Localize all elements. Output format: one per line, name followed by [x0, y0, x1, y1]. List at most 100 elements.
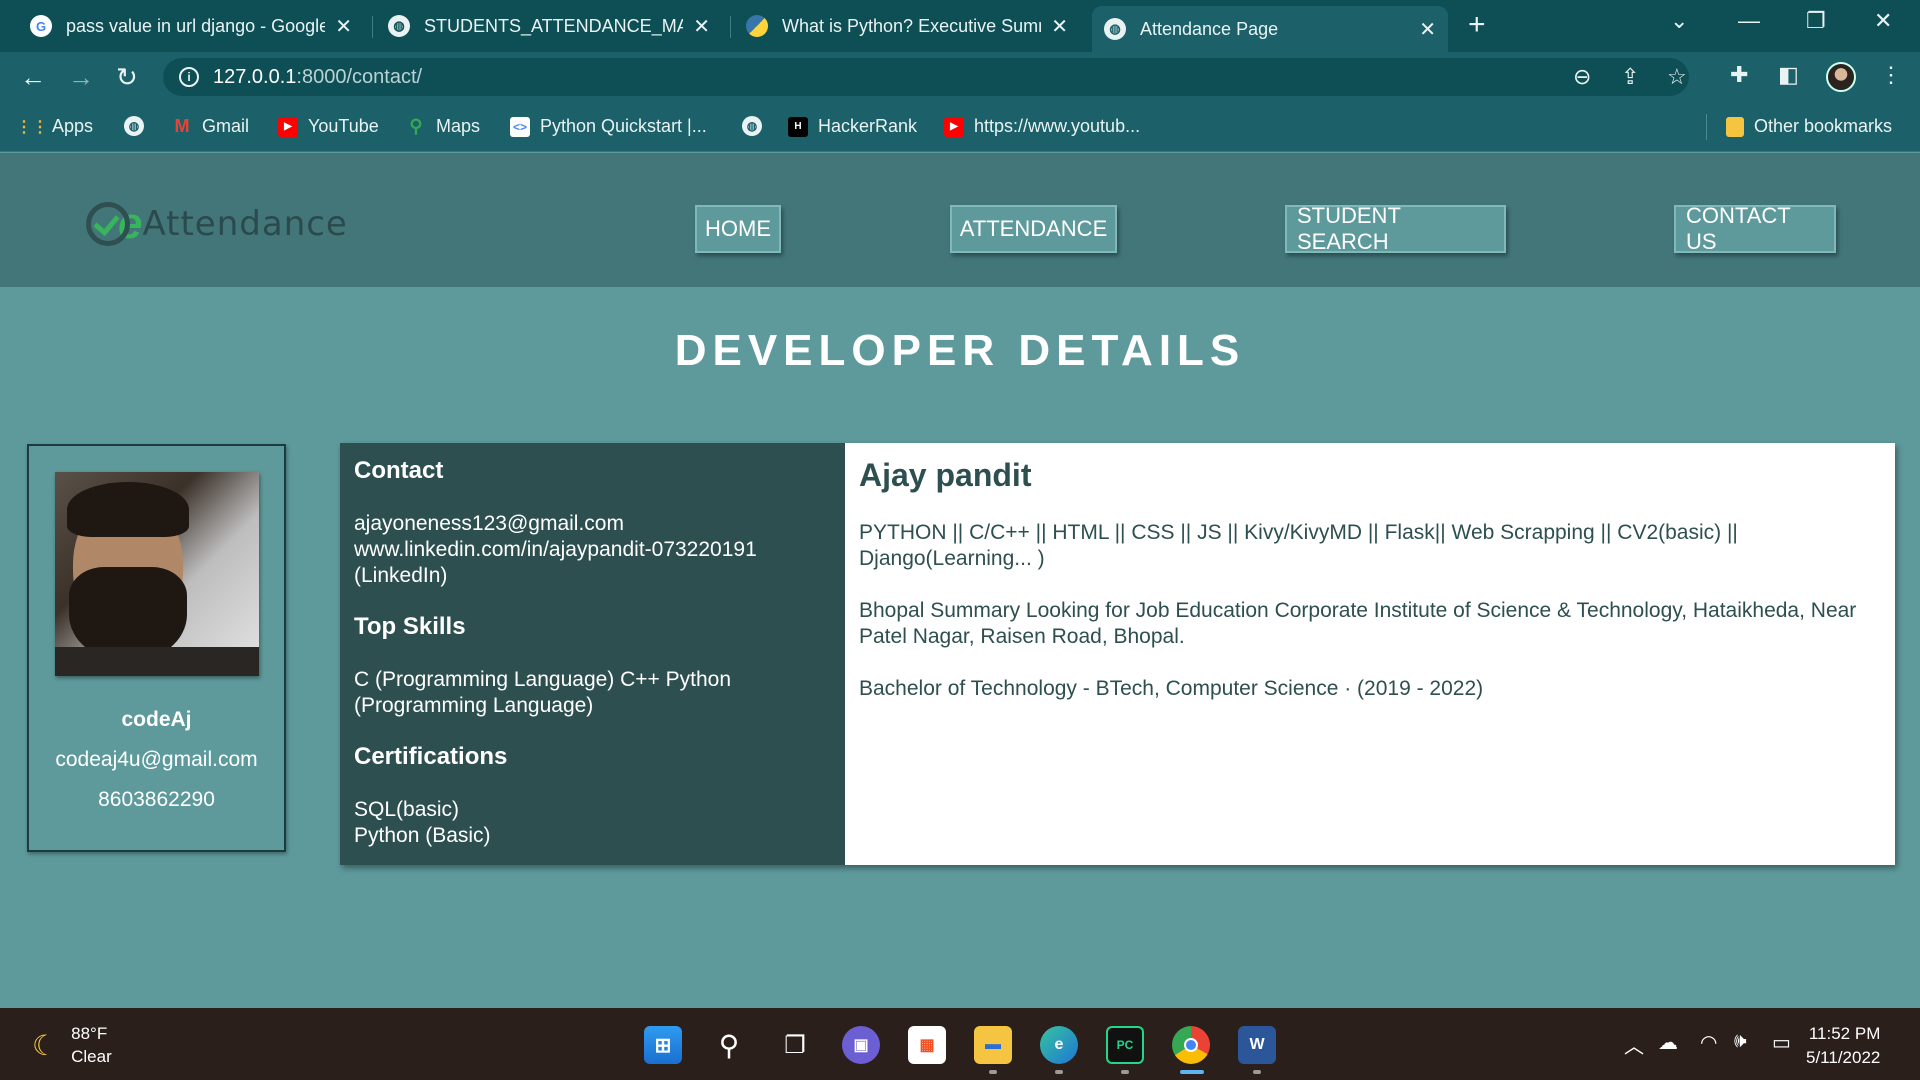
weather-widget[interactable]: ☾ 88°F Clear	[32, 1022, 112, 1068]
bookmark-maps[interactable]: ⚲ Maps	[406, 116, 480, 137]
pycharm-icon[interactable]: PC	[1106, 1026, 1144, 1064]
address-bar[interactable]: i 127.0.0.1:8000/contact/ ⊖ ⇪ ☆	[163, 58, 1689, 96]
profile-avatar[interactable]	[1826, 62, 1856, 92]
other-bookmarks[interactable]: Other bookmarks	[1726, 116, 1892, 137]
globe-icon: ◍	[124, 116, 144, 136]
more-menu-icon[interactable]: ⋮	[1880, 62, 1902, 88]
bookmarks-bar: ⋮⋮ Apps ◍ M Gmail ▶ YouTube ⚲ Maps <> Python …	[0, 102, 1920, 152]
close-tab-icon[interactable]: ✕	[1419, 17, 1436, 42]
site-header: e Attendance HOME ATTENDANCE STUDENT SEA…	[0, 153, 1920, 287]
linkedin-url: www.linkedin.com/in/ajaypandit-073220191	[354, 538, 757, 561]
code-icon: <>	[510, 116, 530, 137]
maps-icon: ⚲	[409, 116, 423, 136]
forward-arrow-icon[interactable]: →	[68, 62, 94, 92]
share-icon[interactable]: ⇪	[1621, 64, 1639, 90]
volume-icon[interactable]: 🕪	[1734, 1030, 1747, 1053]
system-clock[interactable]: 11:52 PM 5/11/2022	[1806, 1022, 1880, 1070]
extensions-puzzle-icon[interactable]: ✚	[1730, 62, 1748, 88]
bookmark-youtube[interactable]: ▶ YouTube	[278, 116, 379, 137]
bookmark-python-quickstart[interactable]: <> Python Quickstart |...	[510, 116, 707, 137]
summary-text: Bhopal Summary Looking for Job Education…	[859, 599, 1857, 648]
back-arrow-icon[interactable]: ←	[20, 62, 46, 92]
url-text[interactable]: 127.0.0.1:8000/contact/	[213, 66, 422, 89]
youtube-icon: ▶	[944, 116, 964, 137]
bookmark-star-icon[interactable]: ☆	[1667, 64, 1687, 90]
tab-what-is-python[interactable]: What is Python? Executive Summ ✕	[734, 6, 1080, 46]
store-icon[interactable]: ▦	[908, 1026, 946, 1064]
tab-title: Attendance Page	[1140, 18, 1279, 39]
new-tab-button[interactable]: +	[1468, 8, 1486, 42]
tab-google-search[interactable]: G pass value in url django - Google ✕	[18, 6, 364, 46]
wifi-icon[interactable]: ◠	[1700, 1030, 1717, 1055]
certification-item: Python (Basic)	[354, 824, 491, 847]
check-circle-icon	[86, 202, 130, 246]
page-title: DEVELOPER DETAILS	[674, 326, 1246, 375]
bookmark-apps[interactable]: ⋮⋮ Apps	[16, 116, 93, 137]
python-icon	[746, 15, 768, 37]
contact-heading: Contact	[354, 457, 444, 484]
chat-icon[interactable]: ▣	[842, 1026, 880, 1064]
restore-icon[interactable]: ❐	[1806, 8, 1826, 34]
youtube-icon: ▶	[278, 116, 298, 137]
developer-details-panel: Contact ajayoneness123@gmail.com www.lin…	[340, 443, 1895, 865]
bookmark-gmail[interactable]: M Gmail	[172, 116, 250, 137]
moon-icon: ☾	[32, 1029, 58, 1061]
close-window-icon[interactable]: ✕	[1874, 8, 1892, 34]
file-explorer-icon[interactable]: ▬	[974, 1026, 1012, 1064]
developer-handle: codeAj	[121, 708, 192, 731]
browser-toolbar: ← → ↻ i 127.0.0.1:8000/contact/ ⊖ ⇪ ☆ ✚ …	[0, 52, 1920, 102]
reload-icon[interactable]: ↻	[116, 62, 138, 92]
skills-heading: Top Skills	[354, 613, 466, 640]
tech-stack: PYTHON || C/C++ || HTML || CSS || JS || …	[859, 521, 1738, 570]
task-view-icon[interactable]: ❐	[776, 1026, 814, 1064]
side-panel-icon[interactable]: ◧	[1778, 62, 1799, 88]
edge-icon[interactable]: e	[1040, 1026, 1078, 1064]
close-tab-icon[interactable]: ✕	[693, 14, 710, 39]
battery-icon[interactable]: ▭	[1772, 1030, 1791, 1055]
search-icon[interactable]: ⚲	[710, 1026, 748, 1064]
developer-phone: 8603862290	[98, 788, 215, 811]
nav-contact-us[interactable]: CONTACT US	[1674, 203, 1836, 254]
certification-item: SQL(basic)	[354, 798, 460, 821]
tab-title: pass value in url django - Google	[66, 15, 326, 36]
bookmark-hackerrank[interactable]: H HackerRank	[788, 116, 917, 137]
bookmark-globe[interactable]: ◍	[124, 116, 154, 136]
gmail-icon: M	[174, 116, 190, 136]
start-icon[interactable]: ⊞	[644, 1026, 682, 1064]
tab-attendance-page[interactable]: ◍ Attendance Page ✕	[1092, 6, 1448, 52]
nav-attendance[interactable]: ATTENDANCE	[950, 205, 1117, 253]
weather-condition: Clear	[71, 1047, 112, 1066]
close-tab-icon[interactable]: ✕	[335, 14, 352, 39]
tab-students-attendance[interactable]: ◍ STUDENTS_ATTENDANCE_MANA ✕	[376, 6, 722, 46]
folder-icon	[1726, 116, 1744, 137]
tab-title: STUDENTS_ATTENDANCE_MANA	[424, 15, 684, 36]
minimize-icon[interactable]: —	[1738, 8, 1760, 34]
bookmark-youtube-link[interactable]: ▶ https://www.youtub...	[944, 116, 1140, 137]
globe-icon: ◍	[1104, 18, 1126, 40]
site-info-icon[interactable]: i	[179, 67, 199, 87]
bookmark-globe[interactable]: ◍	[742, 116, 772, 136]
windows-taskbar: ☾ 88°F Clear ⊞ ⚲ ❐ ▣ ▦ ▬ e PC W ︿ ☁ ◠ 🕪 …	[0, 1008, 1920, 1080]
nav-student-search[interactable]: STUDENT SEARCH	[1285, 203, 1506, 254]
developer-email: codeaj4u@gmail.com	[55, 748, 258, 771]
google-icon: G	[30, 15, 52, 37]
eattendance-logo[interactable]: e Attendance	[86, 199, 348, 249]
certifications-heading: Certifications	[354, 743, 508, 770]
tab-search-chevron-icon[interactable]: ⌄	[1670, 8, 1688, 34]
contact-email: ajayoneness123@gmail.com	[354, 512, 624, 535]
globe-icon: ◍	[742, 116, 762, 136]
skills-text: C (Programming Language) C++ Python (Pro…	[354, 668, 732, 717]
zoom-icon[interactable]: ⊖	[1573, 64, 1591, 90]
word-icon[interactable]: W	[1238, 1026, 1276, 1064]
tab-title: What is Python? Executive Summ	[782, 15, 1042, 36]
developer-profile-card: codeAj codeaj4u@gmail.com 8603862290	[27, 444, 286, 852]
browser-tab-bar: G pass value in url django - Google ✕ ◍ …	[0, 0, 1920, 52]
close-tab-icon[interactable]: ✕	[1051, 14, 1068, 39]
chrome-icon[interactable]	[1172, 1026, 1210, 1064]
chevron-up-icon[interactable]: ︿	[1624, 1030, 1644, 1059]
nav-home[interactable]: HOME	[695, 205, 781, 253]
onedrive-cloud-icon[interactable]: ☁	[1658, 1030, 1678, 1055]
developer-photo	[55, 472, 259, 676]
education-text: Bachelor of Technology - BTech, Computer…	[859, 677, 1484, 700]
contact-column: Contact ajayoneness123@gmail.com www.lin…	[340, 443, 845, 865]
